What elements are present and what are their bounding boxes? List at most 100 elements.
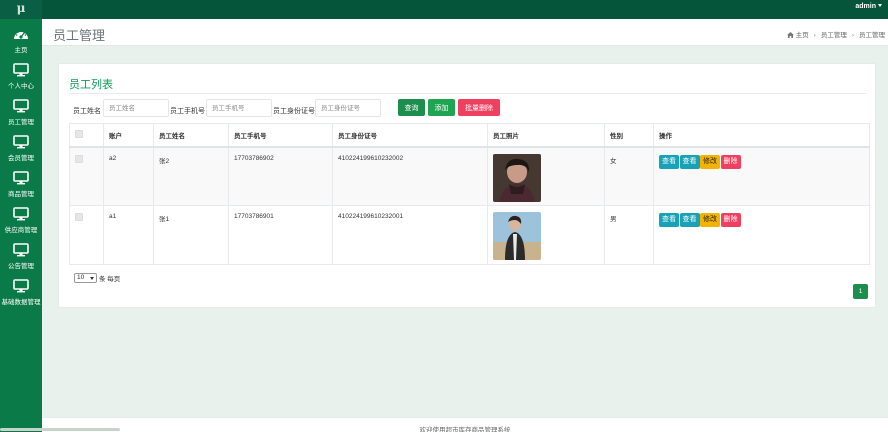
sidebar-item-basic-data[interactable]: 基础数据管理 bbox=[0, 275, 42, 311]
account-cell: a2 bbox=[103, 146, 154, 206]
name-cell: 张1 bbox=[153, 205, 229, 265]
table-row: a1 张1 17703786901 410224199610232001 男 查… bbox=[69, 205, 870, 265]
breadcrumb-separator: › bbox=[851, 32, 854, 39]
actions-cell: 查看 查看 修改 删除 bbox=[653, 146, 870, 206]
sidebar-item-label: 会员管理 bbox=[8, 155, 34, 162]
phone-filter-input[interactable] bbox=[206, 99, 272, 117]
select-all-header[interactable] bbox=[69, 123, 104, 148]
column-header-actions: 操作 bbox=[653, 123, 870, 148]
breadcrumb-separator: › bbox=[813, 32, 816, 39]
footer-text: 欢迎使用超市库存商品管理系统 bbox=[419, 427, 511, 432]
sidebar-item-label: 公告管理 bbox=[8, 263, 34, 270]
page-title: 员工管理 bbox=[53, 28, 106, 43]
sidebar-item-label: 主页 bbox=[14, 47, 28, 54]
row-select-cell[interactable] bbox=[69, 205, 104, 265]
gender-cell: 女 bbox=[604, 146, 654, 206]
home-icon bbox=[786, 32, 794, 38]
phone-cell: 17703786902 bbox=[228, 146, 333, 206]
sidebar-item-label: 基础数据管理 bbox=[1, 299, 41, 306]
table-row: a2 张2 17703786902 410224199610232002 女 查… bbox=[69, 146, 870, 206]
chevron-down-icon[interactable] bbox=[878, 4, 882, 7]
idcard-cell: 410224199610232001 bbox=[332, 205, 488, 265]
sidebar: 主页 个人中心 员工管理 会员管理 商品管理 供应商管理 公告管理 基础数据管理 bbox=[0, 19, 42, 432]
sidebar-item-label: 供应商管理 bbox=[4, 227, 38, 234]
monitor-icon bbox=[13, 171, 29, 185]
top-navbar: μ admin bbox=[0, 0, 888, 19]
row-checkbox[interactable] bbox=[75, 154, 83, 163]
query-button[interactable]: 查询 bbox=[398, 99, 425, 116]
edit-button[interactable]: 修改 bbox=[700, 213, 720, 227]
name-filter-input[interactable] bbox=[103, 99, 169, 117]
page-size-value: 10 bbox=[77, 274, 85, 281]
photo-cell bbox=[487, 205, 605, 265]
page-size-select[interactable]: 10 bbox=[74, 273, 97, 283]
app-logo[interactable]: μ bbox=[0, 0, 42, 19]
name-cell: 张2 bbox=[153, 146, 229, 206]
sidebar-item-suppliers[interactable]: 供应商管理 bbox=[0, 203, 42, 239]
staff-photo[interactable] bbox=[493, 212, 541, 260]
column-header-phone[interactable]: 员工手机号 bbox=[228, 123, 333, 148]
sidebar-item-products[interactable]: 商品管理 bbox=[0, 167, 42, 203]
view-button[interactable]: 查看 bbox=[659, 213, 679, 227]
name-filter-label: 员工姓名 bbox=[73, 108, 101, 115]
monitor-icon bbox=[13, 243, 29, 257]
sidebar-item-label: 个人中心 bbox=[8, 83, 34, 90]
account-cell: a1 bbox=[103, 205, 154, 265]
sidebar-item-label: 员工管理 bbox=[8, 119, 34, 126]
per-page-label: 条 每页 bbox=[99, 276, 121, 283]
column-header-name[interactable]: 员工姓名 bbox=[153, 123, 229, 148]
sidebar-item-members[interactable]: 会员管理 bbox=[0, 131, 42, 167]
phone-filter-label: 员工手机号 bbox=[170, 108, 205, 115]
breadcrumb-home[interactable]: 主页 bbox=[796, 32, 809, 39]
idcard-filter-label: 员工身份证号 bbox=[273, 108, 315, 115]
column-header-idcard[interactable]: 员工身份证号 bbox=[332, 123, 488, 148]
row-checkbox[interactable] bbox=[75, 213, 83, 221]
dashboard-icon bbox=[14, 30, 28, 39]
gender-cell: 男 bbox=[604, 205, 654, 265]
phone-cell: 17703786901 bbox=[228, 205, 333, 265]
edit-button[interactable]: 修改 bbox=[700, 154, 720, 169]
staff-photo[interactable] bbox=[493, 153, 541, 202]
column-header-photo: 员工照片 bbox=[487, 123, 605, 148]
breadcrumb: 主页 › 员工管理 › 员工管理 bbox=[786, 29, 885, 39]
sidebar-item-profile[interactable]: 个人中心 bbox=[0, 59, 42, 95]
delete-button[interactable]: 删除 bbox=[720, 213, 741, 227]
select-all-checkbox[interactable] bbox=[75, 129, 83, 138]
staff-list-card: 员工列表 员工姓名 员工手机号 员工身份证号 查询 添加 批量删除 账户 员工姓… bbox=[58, 63, 876, 308]
monitor-icon bbox=[13, 279, 29, 293]
breadcrumb-item[interactable]: 员工管理 bbox=[821, 32, 847, 39]
chevron-down-icon bbox=[90, 277, 94, 280]
monitor-icon bbox=[13, 99, 29, 113]
view-button[interactable]: 查看 bbox=[659, 154, 679, 169]
sidebar-item-home[interactable]: 主页 bbox=[0, 23, 42, 59]
view-button[interactable]: 查看 bbox=[679, 154, 700, 169]
sidebar-item-notices[interactable]: 公告管理 bbox=[0, 239, 42, 275]
monitor-icon bbox=[13, 135, 29, 149]
page-number-button[interactable]: 1 bbox=[853, 284, 868, 299]
table-header-row: 账户 员工姓名 员工手机号 员工身份证号 员工照片 性别 操作 bbox=[69, 123, 870, 148]
page-header: 员工管理 主页 › 员工管理 › 员工管理 bbox=[42, 19, 888, 46]
sidebar-item-label: 商品管理 bbox=[8, 191, 34, 198]
idcard-cell: 410224199610232002 bbox=[332, 146, 488, 206]
photo-cell bbox=[487, 146, 605, 206]
footer: 欢迎使用超市库存商品管理系统 bbox=[42, 417, 888, 432]
divider bbox=[69, 93, 867, 94]
staff-table: 账户 员工姓名 员工手机号 员工身份证号 员工照片 性别 操作 a2 张2 17… bbox=[69, 123, 870, 265]
monitor-icon bbox=[13, 207, 29, 221]
delete-button[interactable]: 删除 bbox=[720, 154, 741, 169]
actions-cell: 查看 查看 修改 删除 bbox=[653, 205, 870, 265]
row-select-cell[interactable] bbox=[69, 146, 104, 206]
breadcrumb-current: 员工管理 bbox=[859, 32, 885, 39]
user-name[interactable]: admin bbox=[855, 3, 876, 10]
add-button[interactable]: 添加 bbox=[428, 99, 455, 116]
idcard-filter-input[interactable] bbox=[315, 99, 381, 117]
sidebar-item-staff[interactable]: 员工管理 bbox=[0, 95, 42, 131]
column-header-gender[interactable]: 性别 bbox=[604, 123, 654, 148]
monitor-icon bbox=[13, 63, 29, 77]
horizontal-scrollbar[interactable] bbox=[0, 428, 120, 431]
batch-delete-button[interactable]: 批量删除 bbox=[458, 99, 500, 116]
view-button[interactable]: 查看 bbox=[679, 213, 700, 227]
card-title: 员工列表 bbox=[69, 79, 113, 91]
user-menu[interactable]: admin bbox=[855, 0, 882, 19]
column-header-account[interactable]: 账户 bbox=[103, 123, 154, 148]
